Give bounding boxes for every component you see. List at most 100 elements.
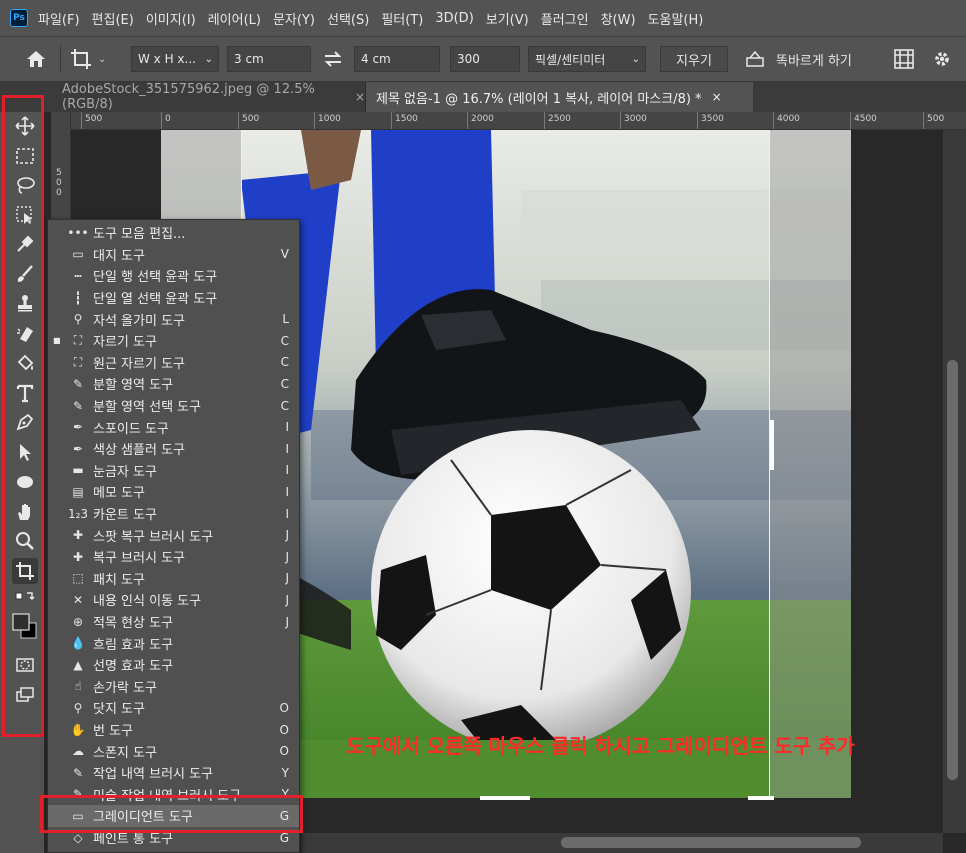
menu-item-shortcut: J [285,528,289,543]
menu-item-shortcut: O [279,700,289,715]
menu-select[interactable]: 선택(S) [327,9,369,28]
menu-help[interactable]: 도움말(H) [648,9,704,28]
ruler-label: 1000 [318,114,341,124]
height-input[interactable]: 4 cm [354,46,440,72]
tool-icon: ☁ [72,744,84,759]
menu-filter[interactable]: 필터(T) [381,9,423,28]
tab-adobestock[interactable]: AdobeStock_351575962.jpeg @ 12.5% (RGB/8… [52,82,366,112]
menu-item-shortcut: J [285,614,289,629]
ruler-label: 500 [242,114,260,124]
menu-item[interactable]: 💧 흐림 효과 도구 [48,632,299,654]
ratio-select-value: W x H x... [138,52,196,66]
tool-icon: ✚ [72,528,84,543]
crop-handle-bottom[interactable] [480,796,530,800]
grid-icon[interactable] [892,46,916,72]
width-input[interactable]: 3 cm [227,46,311,72]
resolution-input[interactable]: 300 [450,46,520,72]
menu-item-shortcut: C [280,355,289,370]
crop-tool-preset[interactable]: ⌄ [70,46,116,72]
vertical-scrollbar[interactable] [943,130,966,833]
menu-window[interactable]: 창(W) [601,9,636,28]
menu-item[interactable]: 1₂3 카운트 도구 I [48,503,299,525]
ruler-label: 1500 [395,114,418,124]
menu-item[interactable]: ✎ 작업 내역 브러시 도구 Y [48,762,299,784]
menu-edit[interactable]: 편집(E) [92,9,134,28]
scrollbar-thumb[interactable] [561,837,861,848]
menu-item-label: 분할 영역 선택 도구 [93,400,202,416]
ruler-label: 3500 [701,114,724,124]
menu-view[interactable]: 보기(V) [486,9,529,28]
close-icon[interactable]: × [355,90,365,104]
menu-item[interactable]: ┇ 단일 열 선택 윤곽 도구 [48,287,299,309]
straighten-label: 똑바르게 하기 [776,53,852,69]
menu-item[interactable]: ✋ 번 도구 O [48,719,299,741]
gear-icon[interactable] [930,46,954,72]
menu-item-shortcut: C [280,376,289,391]
menu-layer[interactable]: 레이어(L) [208,9,261,28]
menu-item[interactable]: ▬ 눈금자 도구 I [48,460,299,482]
menu-item[interactable]: ☁ 스폰지 도구 O [48,740,299,762]
document-tabs: AdobeStock_351575962.jpeg @ 12.5% (RGB/8… [0,82,966,112]
menu-plugins[interactable]: 플러그인 [541,9,589,28]
menu-item-label: 스팟 복구 브러시 도구 [93,529,214,545]
tab-label: 제목 없음-1 @ 16.7% (레이어 1 복사, 레이어 마스크/8) * [376,91,702,107]
menu-item-label: 분할 영역 도구 [93,378,174,394]
tab-untitled[interactable]: 제목 없음-1 @ 16.7% (레이어 1 복사, 레이어 마스크/8) * … [366,82,753,112]
menu-item[interactable]: ✒ 색상 샘플러 도구 I [48,438,299,460]
unit-select-value: 픽셀/센티미터 [535,52,606,67]
crop-handle-right[interactable] [770,420,774,470]
menu-item[interactable]: ✚ 스팟 복구 브러시 도구 J [48,524,299,546]
menu-item[interactable]: ••• 도구 모음 편집... [48,222,299,244]
menu-item[interactable]: ⛶ 원근 자르기 도구 C [48,352,299,374]
menu-item[interactable]: ┅ 단일 행 선택 윤곽 도구 [48,265,299,287]
chevron-down-icon: ⌄ [631,53,640,65]
menu-item[interactable]: ✚ 복구 브러시 도구 J [48,546,299,568]
ruler-label: 500 [927,114,945,124]
menu-image[interactable]: 이미지(I) [146,9,196,28]
tool-icon: ▬ [72,463,84,478]
menu-item-shortcut: C [280,398,289,413]
scrollbar-thumb[interactable] [947,360,958,780]
menu-item-shortcut: I [285,441,289,456]
menu-item-shortcut: Y [281,765,289,780]
home-icon[interactable] [22,46,50,72]
unit-select[interactable]: 픽셀/센티미터 ⌄ [528,46,646,72]
menu-item-shortcut: J [285,571,289,586]
menu-item-shortcut: J [285,592,289,607]
menu-item[interactable]: ⊕ 적목 현상 도구 J [48,611,299,633]
horizontal-scrollbar[interactable] [301,833,943,853]
menu-file[interactable]: 파일(F) [38,9,80,28]
menu-item-label: 메모 도구 [93,486,145,502]
menu-item[interactable]: ■ ⛶ 자르기 도구 C [48,330,299,352]
clear-button[interactable]: 지우기 [660,46,728,72]
menu-type[interactable]: 문자(Y) [273,9,315,28]
tool-icon: ▭ [72,247,84,262]
menu-item-label: 도구 모음 편집... [93,227,186,243]
menu-item[interactable]: ☝ 손가락 도구 [48,676,299,698]
gradient-highlight-box [40,795,303,833]
menu-item[interactable]: ⚲ 자석 올가미 도구 L [48,308,299,330]
menu-item-label: 원근 자르기 도구 [93,356,185,372]
menu-item[interactable]: ✕ 내용 인식 이동 도구 J [48,589,299,611]
swap-icon[interactable] [320,46,346,72]
menu-item[interactable]: ⬚ 패치 도구 J [48,568,299,590]
close-icon[interactable]: × [712,90,722,104]
crop-box[interactable] [241,130,770,798]
menu-item[interactable]: ⚲ 닷지 도구 O [48,697,299,719]
ruler-label: 2000 [471,114,494,124]
menu-item-shortcut: I [285,463,289,478]
crop-handle-bottom-right[interactable] [748,796,774,800]
menu-item[interactable]: ▭ 대지 도구 V [48,244,299,266]
menu-item[interactable]: ✒ 스포이드 도구 I [48,416,299,438]
menu-3d[interactable]: 3D(D) [435,11,473,26]
menu-item[interactable]: ▤ 메모 도구 I [48,481,299,503]
menu-item-label: 손가락 도구 [93,680,157,696]
menu-item[interactable]: ✎ 분할 영역 도구 C [48,373,299,395]
ruler-label: 4000 [777,114,800,124]
ratio-select[interactable]: W x H x... ⌄ [131,46,219,72]
straighten-button[interactable]: 똑바르게 하기 [744,46,874,72]
menu-item-label: 적목 현상 도구 [93,616,174,632]
toolbar-highlight-box [2,95,44,737]
menu-item[interactable]: ✎ 분할 영역 선택 도구 C [48,395,299,417]
menu-item[interactable]: ▲ 선명 효과 도구 [48,654,299,676]
